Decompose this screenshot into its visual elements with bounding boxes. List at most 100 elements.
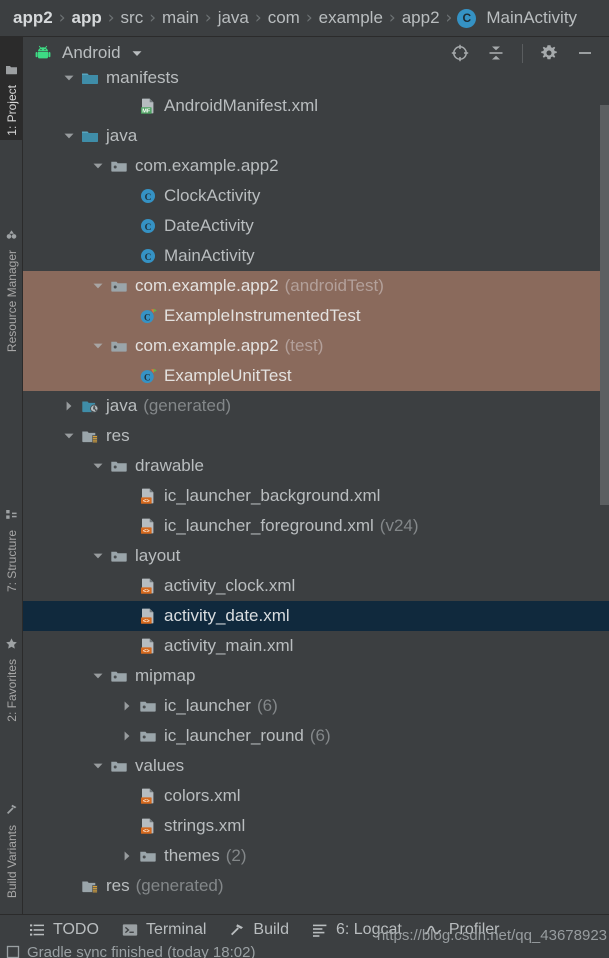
- star-icon: [5, 637, 18, 655]
- collapse-all-icon[interactable]: [486, 43, 506, 63]
- expand-arrow-icon[interactable]: [61, 398, 77, 414]
- folder-teal-icon: [80, 69, 100, 88]
- tree-row-label: AndroidManifest.xml: [164, 96, 319, 115]
- collapse-arrow-icon[interactable]: [90, 548, 106, 564]
- tree-row-suffix: (test): [284, 336, 324, 355]
- expand-arrow-icon[interactable]: [119, 848, 135, 864]
- tree-row[interactable]: com.example.app2: [23, 151, 609, 181]
- breadcrumb-item-com[interactable]: com: [263, 8, 305, 28]
- expand-arrow-icon[interactable]: [119, 698, 135, 714]
- tree-row[interactable]: values: [23, 751, 609, 781]
- breadcrumb-item-mainactivity[interactable]: MainActivity: [481, 8, 582, 28]
- tool-tab-label: 7: Structure: [4, 529, 19, 592]
- breadcrumb-item-app2[interactable]: app2: [397, 8, 445, 28]
- tree-row[interactable]: <> ic_launcher_foreground.xml (v24): [23, 511, 609, 541]
- tree-row-label: colors.xml: [164, 786, 241, 805]
- tool-tab-2-favorites[interactable]: 2: Favorites: [0, 608, 23, 726]
- tree-row-suffix: (2): [225, 846, 247, 865]
- tree-row-label: ic_launcher: [164, 696, 251, 715]
- left-tool-window-bar[interactable]: 1: Project Resource Manager 7: Structure 2:…: [0, 36, 23, 958]
- tree-row[interactable]: <> strings.xml: [23, 811, 609, 841]
- tree-row[interactable]: com.example.app2 (test): [23, 331, 609, 361]
- collapse-arrow-icon[interactable]: [90, 278, 106, 294]
- tree-row[interactable]: drawable: [23, 451, 609, 481]
- collapse-arrow-icon[interactable]: [90, 458, 106, 474]
- breadcrumb-item-src[interactable]: src: [116, 8, 149, 28]
- bottom-tab-terminal[interactable]: Terminal: [121, 921, 206, 939]
- tree-row[interactable]: themes (2): [23, 841, 609, 871]
- breadcrumb-separator: ›: [149, 8, 157, 28]
- tree-row[interactable]: res: [23, 421, 609, 451]
- breadcrumb-item-app[interactable]: app: [67, 8, 107, 28]
- tree-row[interactable]: com.example.app2 (androidTest): [23, 271, 609, 301]
- breadcrumb-item-example[interactable]: example: [314, 8, 388, 28]
- tree-row[interactable]: manifests: [23, 69, 609, 91]
- tree-row[interactable]: res (generated): [23, 871, 609, 901]
- tree-row[interactable]: <> activity_clock.xml: [23, 571, 609, 601]
- tree-row-label: java: [106, 396, 138, 415]
- select-opened-file-icon[interactable]: [450, 43, 470, 63]
- terminal-icon: [121, 921, 139, 939]
- collapse-arrow-icon[interactable]: [61, 428, 77, 444]
- bottom-tab-profiler[interactable]: Profiler: [424, 921, 500, 939]
- breadcrumb-separator: ›: [305, 8, 313, 28]
- collapse-arrow-icon[interactable]: [90, 338, 106, 354]
- tree-row[interactable]: C DateActivity: [23, 211, 609, 241]
- tree-row[interactable]: ic_launcher_round (6): [23, 721, 609, 751]
- tree-row[interactable]: java: [23, 121, 609, 151]
- tree-row[interactable]: C MainActivity: [23, 241, 609, 271]
- tool-tab-resource-manager[interactable]: Resource Manager: [0, 184, 23, 356]
- bottom-tab-build[interactable]: Build: [228, 921, 289, 939]
- tree-row[interactable]: <> activity_date.xml: [23, 601, 609, 631]
- tree-row-label: ic_launcher_round: [164, 726, 304, 745]
- tree-row[interactable]: mipmap: [23, 661, 609, 691]
- collapse-arrow-icon[interactable]: [61, 128, 77, 144]
- breadcrumb-item-main[interactable]: main: [157, 8, 204, 28]
- breadcrumb[interactable]: app2 › app › src › main › java › com › example › app2 ›…: [0, 0, 609, 36]
- checkbox-icon: [6, 945, 20, 958]
- tree-row[interactable]: ic_launcher (6): [23, 691, 609, 721]
- collapse-arrow-icon[interactable]: [90, 758, 106, 774]
- bottom-tab-6-logcat[interactable]: 6: Logcat: [311, 921, 402, 939]
- tree-row[interactable]: C ClockActivity: [23, 181, 609, 211]
- settings-gear-icon[interactable]: [539, 43, 559, 63]
- breadcrumb-item-java[interactable]: java: [213, 8, 254, 28]
- collapse-arrow-icon[interactable]: [61, 70, 77, 86]
- bottom-tab-list[interactable]: TODO Terminal Build 6: Logcat Profiler: [0, 915, 609, 945]
- project-view-selector-label[interactable]: Android: [62, 43, 121, 63]
- scrollbar-thumb[interactable]: [600, 105, 609, 505]
- expand-arrow-icon[interactable]: [119, 728, 135, 744]
- tree-row[interactable]: C ExampleInstrumentedTest: [23, 301, 609, 331]
- tool-tab-build-variants[interactable]: Build Variants: [0, 736, 23, 902]
- tree-row-suffix: (generated): [135, 876, 224, 895]
- folder-teal-icon: [80, 126, 100, 146]
- tree-row-label: res: [106, 426, 130, 445]
- project-tree[interactable]: manifests MF AndroidManifest.xml java com.ex…: [23, 69, 609, 914]
- collapse-arrow-icon[interactable]: [90, 158, 106, 174]
- bottom-tab-todo[interactable]: TODO: [28, 921, 99, 939]
- tree-row[interactable]: <> activity_main.xml: [23, 631, 609, 661]
- tree-row[interactable]: <> colors.xml: [23, 781, 609, 811]
- tree-row[interactable]: C ExampleUnitTest: [23, 361, 609, 391]
- package-icon: [109, 156, 129, 176]
- package-icon: [109, 276, 129, 296]
- hide-panel-icon[interactable]: [575, 43, 595, 63]
- project-icon: [5, 63, 18, 81]
- tree-row[interactable]: <> ic_launcher_background.xml: [23, 481, 609, 511]
- chevron-down-icon[interactable]: [130, 43, 144, 63]
- breadcrumb-separator: ›: [107, 8, 115, 28]
- project-tree-scrollbar[interactable]: [600, 105, 609, 914]
- tree-row-suffix: (6): [256, 696, 278, 715]
- svg-text:<>: <>: [143, 617, 150, 624]
- tree-row-label: com.example.app2: [135, 156, 279, 175]
- android-robot-icon: [33, 43, 53, 63]
- breadcrumb-separator: ›: [388, 8, 396, 28]
- tool-tab-7-structure[interactable]: 7: Structure: [0, 456, 23, 596]
- tree-row[interactable]: java (generated): [23, 391, 609, 421]
- collapse-arrow-icon[interactable]: [90, 668, 106, 684]
- tool-tab-1-project[interactable]: 1: Project: [0, 36, 23, 140]
- tree-row-label: ExampleInstrumentedTest: [164, 306, 361, 325]
- breadcrumb-item-app2[interactable]: app2: [8, 8, 58, 28]
- tree-row[interactable]: MF AndroidManifest.xml: [23, 91, 609, 121]
- tree-row[interactable]: layout: [23, 541, 609, 571]
